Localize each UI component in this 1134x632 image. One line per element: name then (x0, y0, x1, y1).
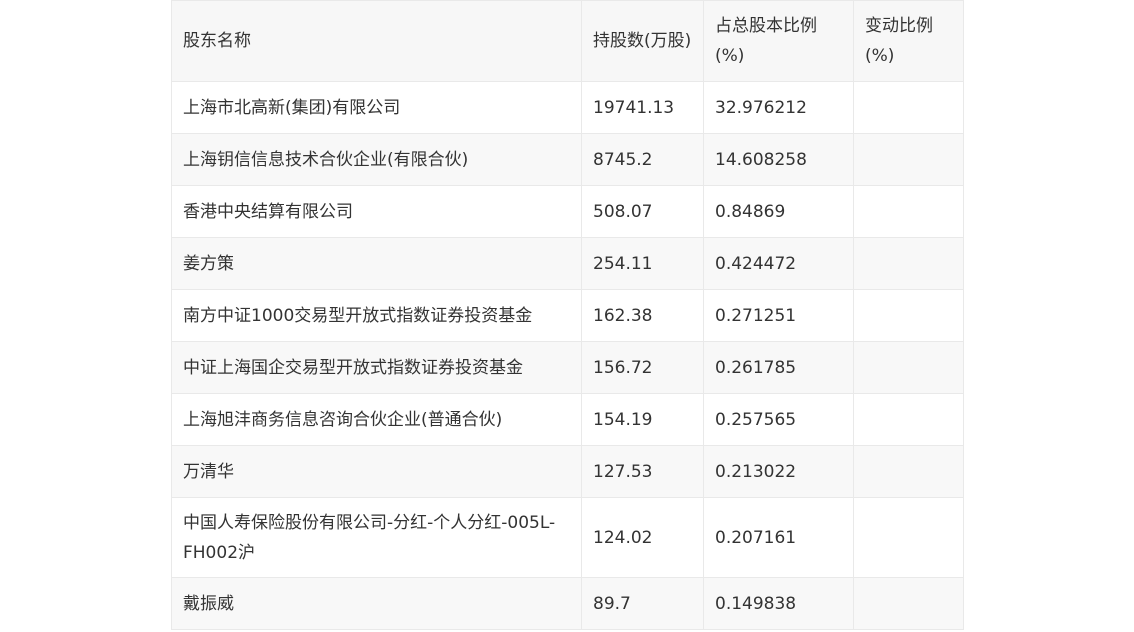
cell-shareholder-name: 香港中央结算有限公司 (171, 185, 582, 238)
cell-share-ratio: 0.213022 (703, 445, 854, 498)
table-header: 股东名称 持股数(万股) 占总股本比例(%) 变动比例(%) (171, 0, 964, 82)
cell-shares-held: 156.72 (581, 341, 704, 394)
table-row: 万清华 127.53 0.213022 (171, 445, 964, 498)
cell-shares-held: 508.07 (581, 185, 704, 238)
cell-shareholder-name: 戴振威 (171, 577, 582, 630)
table-row: 南方中证1000交易型开放式指数证券投资基金 162.38 0.271251 (171, 289, 964, 342)
table-row: 中证上海国企交易型开放式指数证券投资基金 156.72 0.261785 (171, 341, 964, 394)
cell-shareholder-name: 上海钥信信息技术合伙企业(有限合伙) (171, 133, 582, 186)
cell-shares-held: 127.53 (581, 445, 704, 498)
header-change-ratio: 变动比例(%) (853, 0, 964, 82)
table-row: 中国人寿保险股份有限公司-分红-个人分红-005L-FH002沪 124.02 … (171, 497, 964, 578)
cell-shares-held: 19741.13 (581, 81, 704, 134)
cell-share-ratio: 0.84869 (703, 185, 854, 238)
cell-share-ratio: 0.424472 (703, 237, 854, 290)
cell-shares-held: 154.19 (581, 393, 704, 446)
cell-shares-held: 162.38 (581, 289, 704, 342)
cell-share-ratio: 14.608258 (703, 133, 854, 186)
cell-shareholder-name: 中证上海国企交易型开放式指数证券投资基金 (171, 341, 582, 394)
cell-shares-held: 254.11 (581, 237, 704, 290)
cell-shareholder-name: 上海旭沣商务信息咨询合伙企业(普通合伙) (171, 393, 582, 446)
cell-share-ratio: 0.271251 (703, 289, 854, 342)
shareholder-table-container: 股东名称 持股数(万股) 占总股本比例(%) 变动比例(%) 上海市北高新(集团… (171, 0, 964, 630)
header-shareholder-name: 股东名称 (171, 0, 582, 82)
table-body: 上海市北高新(集团)有限公司 19741.13 32.976212 上海钥信信息… (171, 81, 964, 630)
table-row: 姜方策 254.11 0.424472 (171, 237, 964, 290)
cell-change-ratio (853, 185, 964, 238)
cell-change-ratio (853, 577, 964, 630)
cell-shareholder-name: 万清华 (171, 445, 582, 498)
shareholder-table: 股东名称 持股数(万股) 占总股本比例(%) 变动比例(%) 上海市北高新(集团… (171, 0, 964, 630)
table-row: 上海钥信信息技术合伙企业(有限合伙) 8745.2 14.608258 (171, 133, 964, 186)
cell-shareholder-name: 姜方策 (171, 237, 582, 290)
cell-share-ratio: 0.207161 (703, 497, 854, 578)
cell-change-ratio (853, 81, 964, 134)
cell-change-ratio (853, 445, 964, 498)
cell-change-ratio (853, 341, 964, 394)
header-row: 股东名称 持股数(万股) 占总股本比例(%) 变动比例(%) (171, 0, 964, 82)
cell-shareholder-name: 上海市北高新(集团)有限公司 (171, 81, 582, 134)
cell-shareholder-name: 中国人寿保险股份有限公司-分红-个人分红-005L-FH002沪 (171, 497, 582, 578)
cell-shares-held: 8745.2 (581, 133, 704, 186)
cell-change-ratio (853, 133, 964, 186)
cell-change-ratio (853, 497, 964, 578)
table-row: 香港中央结算有限公司 508.07 0.84869 (171, 185, 964, 238)
cell-share-ratio: 32.976212 (703, 81, 854, 134)
cell-change-ratio (853, 237, 964, 290)
cell-shareholder-name: 南方中证1000交易型开放式指数证券投资基金 (171, 289, 582, 342)
table-row: 戴振威 89.7 0.149838 (171, 577, 964, 630)
cell-share-ratio: 0.149838 (703, 577, 854, 630)
header-shares-held: 持股数(万股) (581, 0, 704, 82)
table-row: 上海旭沣商务信息咨询合伙企业(普通合伙) 154.19 0.257565 (171, 393, 964, 446)
cell-share-ratio: 0.261785 (703, 341, 854, 394)
cell-change-ratio (853, 289, 964, 342)
cell-share-ratio: 0.257565 (703, 393, 854, 446)
cell-change-ratio (853, 393, 964, 446)
table-row: 上海市北高新(集团)有限公司 19741.13 32.976212 (171, 81, 964, 134)
header-share-ratio: 占总股本比例(%) (703, 0, 854, 82)
cell-shares-held: 89.7 (581, 577, 704, 630)
cell-shares-held: 124.02 (581, 497, 704, 578)
